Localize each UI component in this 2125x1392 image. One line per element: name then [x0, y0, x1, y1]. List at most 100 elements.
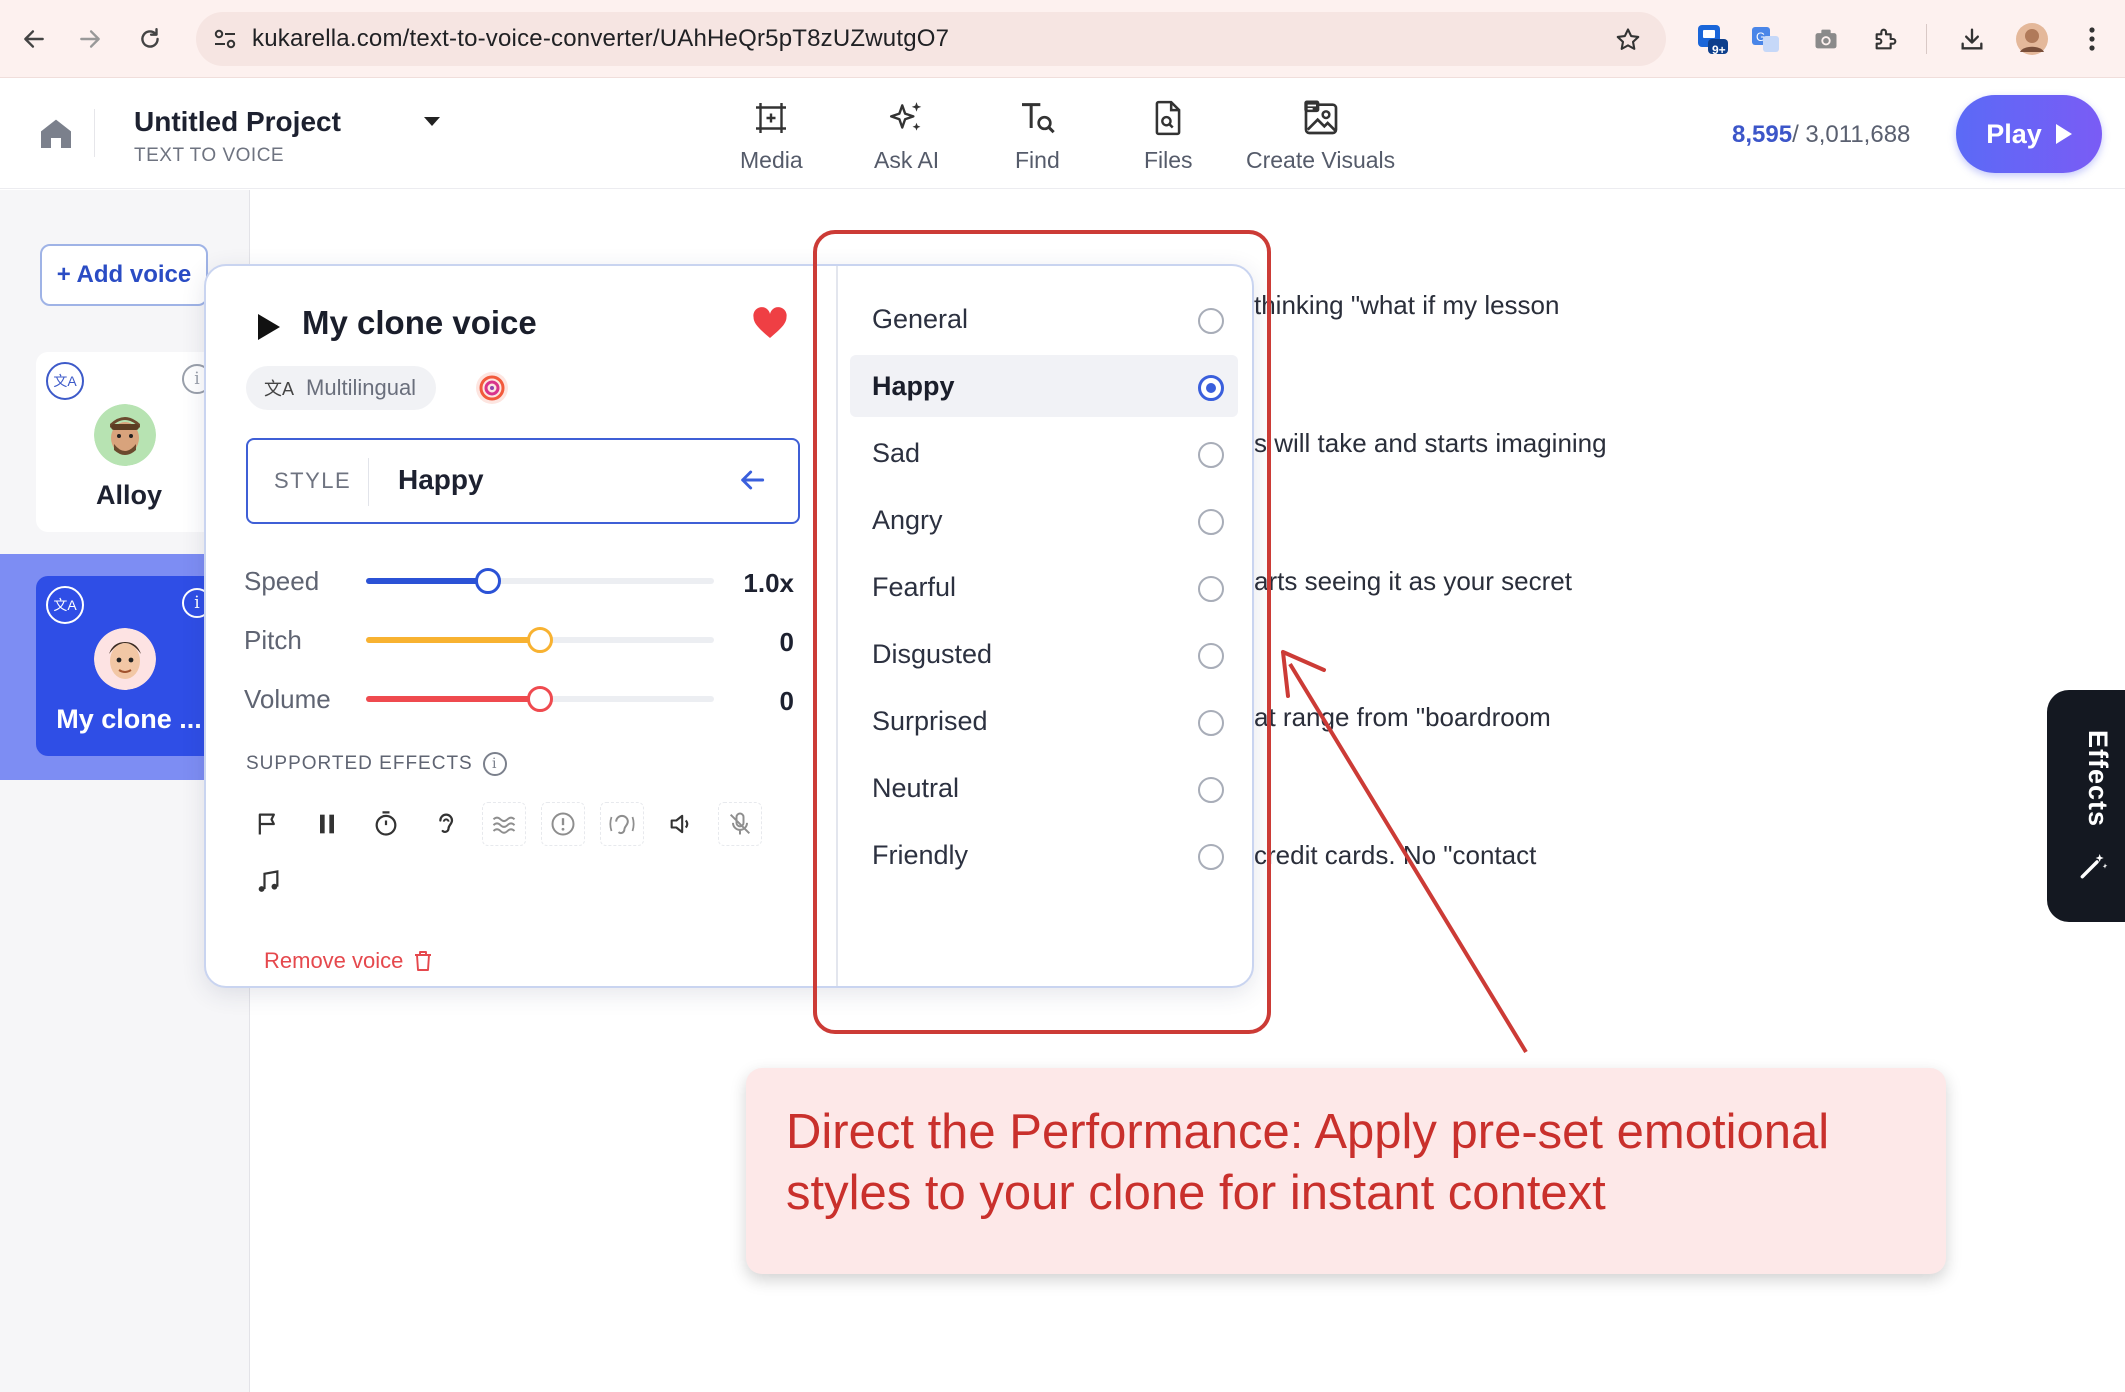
editor-line[interactable]: at range from "boardroom	[1254, 702, 1551, 733]
screenshot-extension-button[interactable]	[1806, 19, 1846, 59]
speed-slider[interactable]	[366, 568, 714, 594]
voice-card-my-clone[interactable]: 文A i My clone ...	[36, 576, 222, 756]
play-icon	[2055, 124, 2072, 144]
image-create-icon	[1303, 100, 1337, 135]
address-bar[interactable]: kukarella.com/text-to-voice-converter/UA…	[196, 12, 1666, 66]
forward-button[interactable]	[70, 19, 110, 59]
style-value: Happy	[398, 464, 484, 495]
mute-mic-icon	[718, 802, 762, 846]
editor-line[interactable]: credit cards. No "contact	[1254, 840, 1536, 871]
avatar	[94, 404, 156, 466]
preview-play-icon[interactable]	[258, 314, 280, 340]
remove-voice-button[interactable]: Remove voice	[264, 948, 433, 974]
music-note-icon[interactable]	[246, 860, 290, 904]
volume-icon[interactable]	[659, 802, 703, 846]
pitch-label: Pitch	[244, 625, 302, 655]
credits-counter: 8,595/ 3,011,688	[1732, 121, 1910, 149]
toolbar-media[interactable]: Media	[740, 97, 803, 174]
voice-settings-left: My clone voice 文A Multilingual STYLE Hap…	[206, 266, 836, 986]
toolbar-label: Files	[1144, 147, 1193, 173]
toolbar-label: Find	[1015, 147, 1060, 173]
toolbar-label: Ask AI	[874, 147, 940, 173]
play-button[interactable]: Play	[1956, 95, 2102, 173]
bookmark-star-icon[interactable]	[1614, 26, 1642, 54]
annotation-callout: Direct the Performance: Apply pre-set em…	[746, 1068, 1946, 1274]
toolbar-label: Media	[740, 147, 803, 173]
voice-title: My clone voice	[302, 304, 537, 341]
profile-button[interactable]	[2012, 19, 2052, 59]
volume-label: Volume	[244, 684, 331, 714]
volume-slider[interactable]	[366, 686, 714, 712]
translate-icon: G	[1752, 27, 1779, 52]
arrow-left-icon[interactable]	[736, 464, 768, 496]
find-text-icon	[1022, 103, 1056, 134]
url-text[interactable]: kukarella.com/text-to-voice-converter/UA…	[252, 25, 949, 53]
speed-slider-knob[interactable]	[475, 568, 501, 594]
heart-icon[interactable]	[752, 306, 788, 340]
stopwatch-icon[interactable]	[364, 802, 408, 846]
provider-logo-icon	[476, 372, 508, 404]
translate-icon: 文A	[264, 379, 295, 399]
pause-icon[interactable]	[305, 802, 349, 846]
app-header: Untitled Project TEXT TO VOICE Media Ask…	[0, 79, 2125, 189]
info-icon[interactable]: i	[482, 752, 507, 776]
pitch-slider-row: Pitch 0	[244, 621, 804, 661]
editor-line[interactable]: s will take and starts imagining	[1254, 428, 1607, 459]
speed-slider-fill	[366, 578, 488, 584]
whisper-icon	[600, 802, 644, 846]
ear-icon[interactable]	[423, 802, 467, 846]
voice-card-alloy[interactable]: 文A i Alloy	[36, 352, 222, 532]
project-dropdown-icon[interactable]	[422, 115, 442, 129]
speed-value: 1.0x	[743, 568, 794, 598]
pitch-slider[interactable]	[366, 627, 714, 653]
back-button[interactable]	[14, 19, 54, 59]
toolbar-files[interactable]: Files	[1144, 97, 1193, 174]
callout-text: Direct the Performance: Apply pre-set em…	[786, 1105, 1830, 1220]
language-badge: 文A Multilingual	[246, 366, 437, 410]
extension-button[interactable]: 9+	[1692, 19, 1732, 59]
waves-icon	[482, 802, 526, 846]
arrow-right-icon	[80, 30, 100, 48]
volume-slider-knob[interactable]	[527, 686, 553, 712]
reload-icon	[141, 28, 159, 48]
multilingual-icon: 文A	[46, 362, 84, 400]
profile-avatar-icon	[2016, 23, 2048, 55]
supported-effects-title: SUPPORTED EFFECTS i	[246, 752, 507, 776]
flag-icon[interactable]	[246, 802, 290, 846]
volume-slider-row: Volume 0	[244, 680, 804, 720]
multilingual-icon: 文A	[46, 586, 84, 624]
file-search-icon	[1155, 100, 1181, 136]
style-selector[interactable]: STYLE Happy	[246, 438, 800, 524]
credits-used: 8,595	[1732, 121, 1793, 148]
downloads-button[interactable]	[1952, 19, 1992, 59]
project-title[interactable]: Untitled Project	[134, 106, 341, 138]
effects-side-tab[interactable]: Effects	[2047, 690, 2125, 922]
trash-icon	[415, 951, 432, 971]
editor-line[interactable]: arts seeing it as your secret	[1254, 566, 1572, 597]
toolbar-find[interactable]: Find	[1015, 97, 1060, 174]
toolbar-create-visuals[interactable]: Create Visuals	[1246, 97, 1395, 174]
editor-line[interactable]: thinking "what if my lesson	[1254, 290, 1559, 321]
extensions-menu-button[interactable]	[1866, 19, 1906, 59]
style-separator	[368, 458, 369, 506]
speed-label: Speed	[244, 566, 320, 596]
translate-extension-button[interactable]: G	[1746, 19, 1786, 59]
header-divider	[94, 109, 95, 157]
language-badge-label: Multilingual	[306, 375, 417, 400]
avatar	[94, 628, 156, 690]
pitch-slider-knob[interactable]	[527, 627, 553, 653]
browser-menu-button[interactable]	[2072, 19, 2112, 59]
volume-value: 0	[779, 686, 794, 716]
add-voice-button[interactable]: + Add voice	[40, 244, 208, 306]
speed-slider-row: Speed 1.0x	[244, 562, 804, 602]
reload-button[interactable]	[130, 19, 170, 59]
effects-label: Effects	[2083, 730, 2113, 828]
home-icon[interactable]	[36, 113, 76, 153]
credits-total: / 3,011,688	[1792, 121, 1911, 148]
pitch-value: 0	[779, 627, 794, 657]
site-settings-icon[interactable]	[212, 27, 238, 51]
puzzle-icon	[1875, 28, 1897, 50]
toolbar-ask-ai[interactable]: Ask AI	[874, 97, 939, 174]
project-subtitle: TEXT TO VOICE	[134, 145, 285, 166]
style-key-label: STYLE	[274, 468, 352, 493]
